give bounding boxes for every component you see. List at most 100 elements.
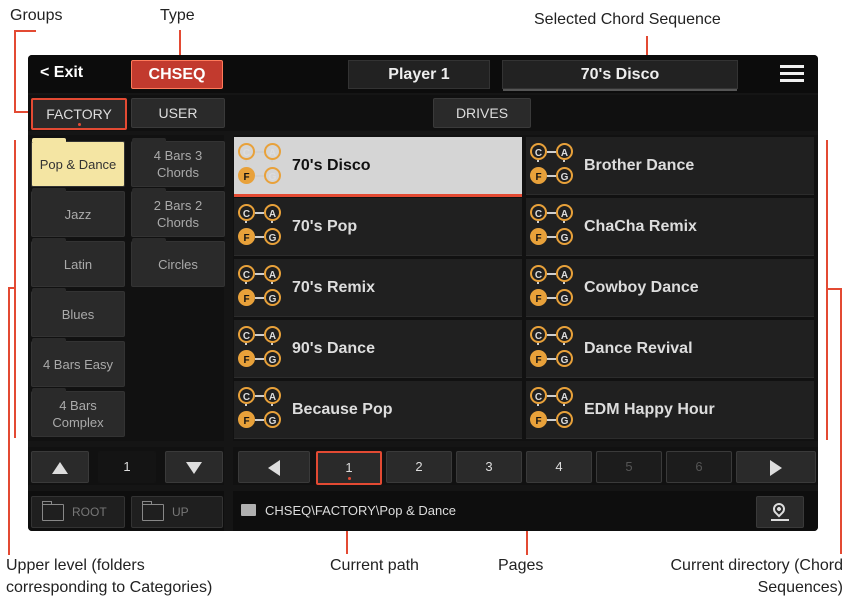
category-item[interactable]: Jazz xyxy=(31,188,125,237)
brace-upper-level-v xyxy=(14,140,16,438)
page-label: 5 xyxy=(625,459,633,474)
up-label: UP xyxy=(172,505,189,519)
chord-sequence-list: C A F G 70's Disco C A F G 70's Pop C A F G 70's Remix… xyxy=(233,135,818,441)
arrow-up-icon xyxy=(52,461,68,474)
sequence-item[interactable]: C A F G Dance Revival xyxy=(526,320,814,378)
tab-drives[interactable]: DRIVES xyxy=(433,98,531,128)
page-button-6[interactable]: 6 xyxy=(666,451,732,483)
category-item[interactable]: 4 Bars 3 Chords xyxy=(131,138,225,187)
brace-current-dir-v xyxy=(826,140,828,440)
annotation-current-path: Current path xyxy=(330,557,419,574)
category-label: 4 Bars Complex xyxy=(52,398,104,430)
sequence-label: 70's Remix xyxy=(292,279,375,296)
annotation-current-dir-line1: Current directory (Chord xyxy=(670,557,844,574)
page-next-button[interactable] xyxy=(736,451,816,483)
sequence-item[interactable]: C A F G Brother Dance xyxy=(526,137,814,195)
page-button-3[interactable]: 3 xyxy=(456,451,522,483)
category-label: Jazz xyxy=(64,206,92,222)
sequence-item[interactable]: C A F G EDM Happy Hour xyxy=(526,381,814,439)
page-label: 3 xyxy=(485,459,493,474)
tab-user[interactable]: USER xyxy=(131,98,225,128)
top-bar: < Exit CHSEQ Player 1 70's Disco xyxy=(28,55,818,93)
annotation-pages: Pages xyxy=(498,557,544,574)
category-item[interactable]: 4 Bars Easy xyxy=(31,338,125,387)
type-button[interactable]: CHSEQ xyxy=(131,60,223,89)
chord-sequence-icon: CAFG xyxy=(530,143,578,189)
category-label: 2 Bars 2 Chords xyxy=(153,198,203,230)
sequence-item[interactable]: C A F G Cowboy Dance xyxy=(526,259,814,317)
sequence-label: 70's Disco xyxy=(292,157,371,174)
category-page-label: 1 xyxy=(123,459,131,474)
chord-sequence-icon: CAFG xyxy=(238,143,286,189)
sequence-label: 70's Pop xyxy=(292,218,358,235)
page-prev-button[interactable] xyxy=(238,451,310,483)
sequence-item[interactable]: C A F G 70's Remix xyxy=(234,259,522,317)
arrow-down-icon xyxy=(186,461,202,474)
chord-sequence-icon: CAFG xyxy=(530,387,578,433)
folder-up-icon xyxy=(142,501,164,521)
chord-sequence-icon: CAFG xyxy=(238,204,286,250)
chord-sequence-icon: CAFG xyxy=(238,326,286,372)
category-pager: 1 xyxy=(28,447,224,485)
exit-button[interactable]: < Exit xyxy=(40,64,83,82)
source-tabs-bar: FACTORY USER DRIVES xyxy=(28,95,818,131)
path-bar: CHSEQ\FACTORY\Pop & Dance xyxy=(233,491,818,531)
category-item[interactable]: 4 Bars Complex xyxy=(31,388,125,437)
sequence-item[interactable]: C A F G 90's Dance xyxy=(234,320,522,378)
annotation-selected-chord-sequence: Selected Chord Sequence xyxy=(534,11,721,28)
annotation-upper-level-line2: corresponding to Categories) xyxy=(6,579,213,596)
page-button-4[interactable]: 4 xyxy=(526,451,592,483)
leader-groups-v xyxy=(14,30,16,112)
leader-groups-h xyxy=(14,30,36,32)
category-item[interactable]: Latin xyxy=(31,238,125,287)
root-label: ROOT xyxy=(72,505,107,519)
folder-nav-bar: ROOT UP xyxy=(28,491,224,531)
brace-current-dir-mid xyxy=(826,288,840,290)
root-button[interactable]: ROOT xyxy=(31,496,125,528)
category-page-number: 1 xyxy=(98,451,156,483)
page-label: 4 xyxy=(555,459,563,474)
page-label: 1 xyxy=(345,460,353,475)
sequence-label: Brother Dance xyxy=(584,157,695,174)
leader-current-dir xyxy=(840,288,842,554)
page-button-2[interactable]: 2 xyxy=(386,451,452,483)
category-item[interactable]: Circles xyxy=(131,238,225,287)
tab-user-label: USER xyxy=(158,105,198,121)
tab-factory[interactable]: FACTORY xyxy=(31,98,127,130)
sequence-label: Cowboy Dance xyxy=(584,279,699,296)
chord-sequence-icon: CAFG xyxy=(238,265,286,311)
folder-icon xyxy=(241,504,256,516)
category-item[interactable]: Pop & Dance xyxy=(31,138,125,187)
location-button[interactable] xyxy=(756,496,804,528)
leader-upper-level xyxy=(8,287,10,555)
chord-sequence-icon: CAFG xyxy=(530,326,578,372)
sequence-item[interactable]: C A F G 70's Disco xyxy=(234,137,522,197)
device-screen: < Exit CHSEQ Player 1 70's Disco FACTORY… xyxy=(28,55,818,531)
sequence-label: 90's Dance xyxy=(292,340,375,357)
tab-factory-label: FACTORY xyxy=(46,106,112,122)
player-selector[interactable]: Player 1 xyxy=(348,60,490,89)
sequence-item[interactable]: C A F G ChaCha Remix xyxy=(526,198,814,256)
arrow-left-icon xyxy=(268,459,280,476)
sequence-item[interactable]: C A F G 70's Pop xyxy=(234,198,522,256)
page-label: 6 xyxy=(695,459,703,474)
sequence-label: Dance Revival xyxy=(584,340,693,357)
arrow-right-icon xyxy=(770,459,782,476)
category-label: Pop & Dance xyxy=(39,156,117,172)
category-page-up-button[interactable] xyxy=(31,451,89,483)
sequence-item[interactable]: C A F G Because Pop xyxy=(234,381,522,439)
page-button-5[interactable]: 5 xyxy=(596,451,662,483)
category-label: 4 Bars 3 Chords xyxy=(153,148,203,180)
selected-sequence-display: 70's Disco xyxy=(502,60,738,91)
page-button-1[interactable]: 1 xyxy=(316,451,382,485)
folder-home-icon xyxy=(42,501,64,521)
chord-sequence-icon: CAFG xyxy=(530,204,578,250)
menu-icon[interactable] xyxy=(780,65,804,83)
annotation-groups: Groups xyxy=(10,7,63,24)
category-item[interactable]: Blues xyxy=(31,288,125,337)
up-button[interactable]: UP xyxy=(131,496,223,528)
annotation-current-dir-line2: Sequences) xyxy=(757,579,843,596)
category-label: 4 Bars Easy xyxy=(42,356,114,372)
category-page-down-button[interactable] xyxy=(165,451,223,483)
category-item[interactable]: 2 Bars 2 Chords xyxy=(131,188,225,237)
